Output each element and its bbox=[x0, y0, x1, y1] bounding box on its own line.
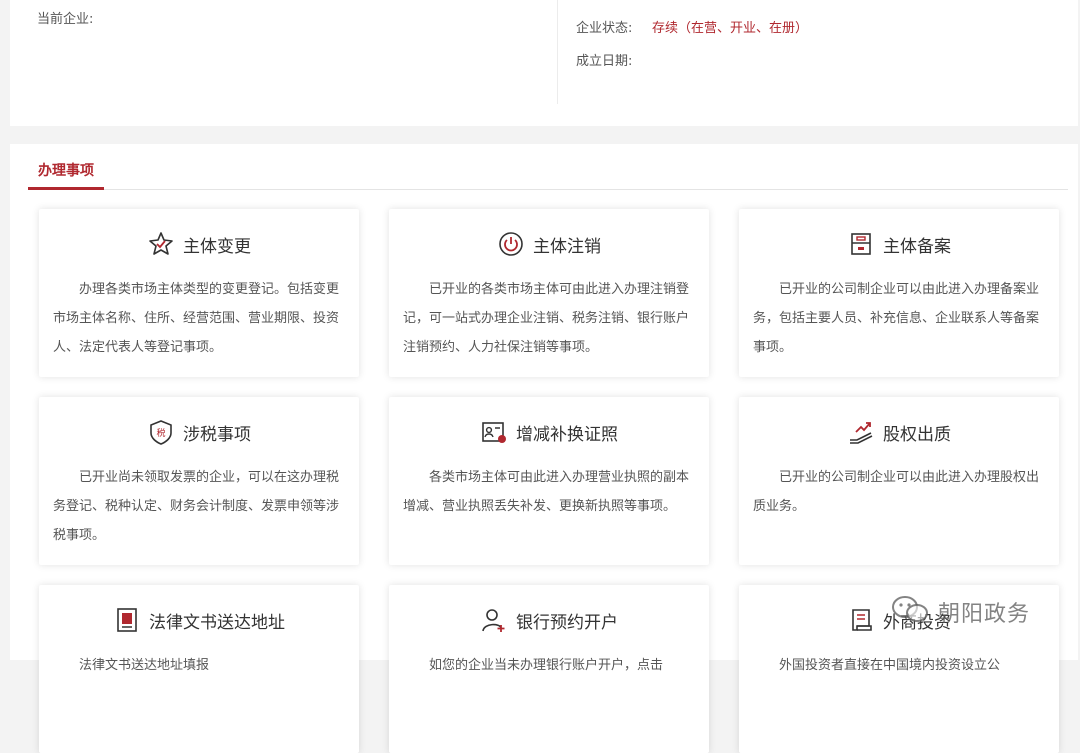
service-card-tax-matters[interactable]: 税 涉税事项 已开业尚未领取发票的企业，可以在这办理税务登记、税种认定、财务会计… bbox=[39, 397, 359, 565]
service-card-legal-address[interactable]: 法律文书送达地址 法律文书送达地址填报 bbox=[39, 585, 359, 753]
card-description: 已开业的各类市场主体可由此进入办理注销登记，可一站式办理企业注销、税务注销、银行… bbox=[403, 282, 690, 355]
service-card-equity-pledge[interactable]: 股权出质 已开业的公司制企业可以由此进入办理股权出质业务。 bbox=[739, 397, 1059, 565]
card-description: 外国投资者直接在中国境内投资设立公 bbox=[779, 658, 1001, 673]
service-card-license-change[interactable]: 增减补换证照 各类市场主体可由此进入办理营业执照的副本增减、营业执照丢失补发、更… bbox=[389, 397, 709, 565]
record-box-icon bbox=[847, 230, 875, 258]
founded-date-label: 成立日期: bbox=[576, 54, 633, 69]
license-card-icon bbox=[480, 418, 508, 446]
service-card-entity-filing[interactable]: 主体备案 已开业的公司制企业可以由此进入办理备案业务，包括主要人员、补充信息、企… bbox=[739, 209, 1059, 377]
power-icon bbox=[497, 230, 525, 258]
company-info-panel: 当前企业: 企业状态: 存续（在营、开业、在册） 成立日期: bbox=[10, 0, 1078, 126]
scroll-document-icon bbox=[847, 606, 875, 634]
equity-hand-icon bbox=[847, 418, 875, 446]
card-title: 银行预约开户 bbox=[516, 612, 618, 633]
card-description: 已开业的公司制企业可以由此进入办理股权出质业务。 bbox=[753, 470, 1040, 514]
card-title: 涉税事项 bbox=[183, 424, 251, 445]
wechat-watermark: 朝阳政务 bbox=[890, 594, 1030, 630]
card-title: 主体注销 bbox=[533, 236, 601, 257]
wechat-icon bbox=[890, 594, 930, 630]
svg-text:税: 税 bbox=[156, 427, 165, 439]
service-card-entity-cancellation[interactable]: 主体注销 已开业的各类市场主体可由此进入办理注销登记，可一站式办理企业注销、税务… bbox=[389, 209, 709, 377]
tax-shield-icon: 税 bbox=[147, 418, 175, 446]
star-badge-icon bbox=[147, 230, 175, 258]
company-status-value: 存续（在营、开业、在册） bbox=[652, 21, 809, 36]
current-company-label: 当前企业: bbox=[37, 12, 94, 27]
info-divider bbox=[557, 0, 558, 104]
card-title: 主体变更 bbox=[183, 236, 251, 257]
card-description: 各类市场主体可由此进入办理营业执照的副本增减、营业执照丢失补发、更换新执照等事项… bbox=[403, 470, 690, 514]
card-description: 如您的企业当未办理银行账户开户，点击 bbox=[429, 658, 664, 673]
card-description: 办理各类市场主体类型的变更登记。包括变更市场主体名称、住所、经营范围、营业期限、… bbox=[53, 282, 340, 355]
service-card-bank-account[interactable]: 银行预约开户 如您的企业当未办理银行账户开户，点击 bbox=[389, 585, 709, 753]
legal-document-icon bbox=[113, 606, 141, 634]
card-title: 主体备案 bbox=[883, 236, 951, 257]
card-title: 法律文书送达地址 bbox=[149, 612, 285, 633]
user-plus-icon bbox=[480, 606, 508, 634]
tab-services[interactable]: 办理事项 bbox=[28, 160, 104, 190]
company-status-label: 企业状态: bbox=[576, 21, 633, 36]
card-title: 增减补换证照 bbox=[516, 424, 618, 445]
card-description: 已开业的公司制企业可以由此进入办理备案业务，包括主要人员、补充信息、企业联系人等… bbox=[753, 282, 1040, 355]
section-tabs: 办理事项 bbox=[28, 144, 1068, 190]
card-title: 股权出质 bbox=[883, 424, 951, 445]
watermark-text: 朝阳政务 bbox=[938, 602, 1031, 627]
service-card-entity-change[interactable]: 主体变更 办理各类市场主体类型的变更登记。包括变更市场主体名称、住所、经营范围、… bbox=[39, 209, 359, 377]
card-description: 法律文书送达地址填报 bbox=[79, 658, 210, 673]
card-description: 已开业尚未领取发票的企业，可以在这办理税务登记、税种认定、财务会计制度、发票申领… bbox=[53, 470, 340, 543]
